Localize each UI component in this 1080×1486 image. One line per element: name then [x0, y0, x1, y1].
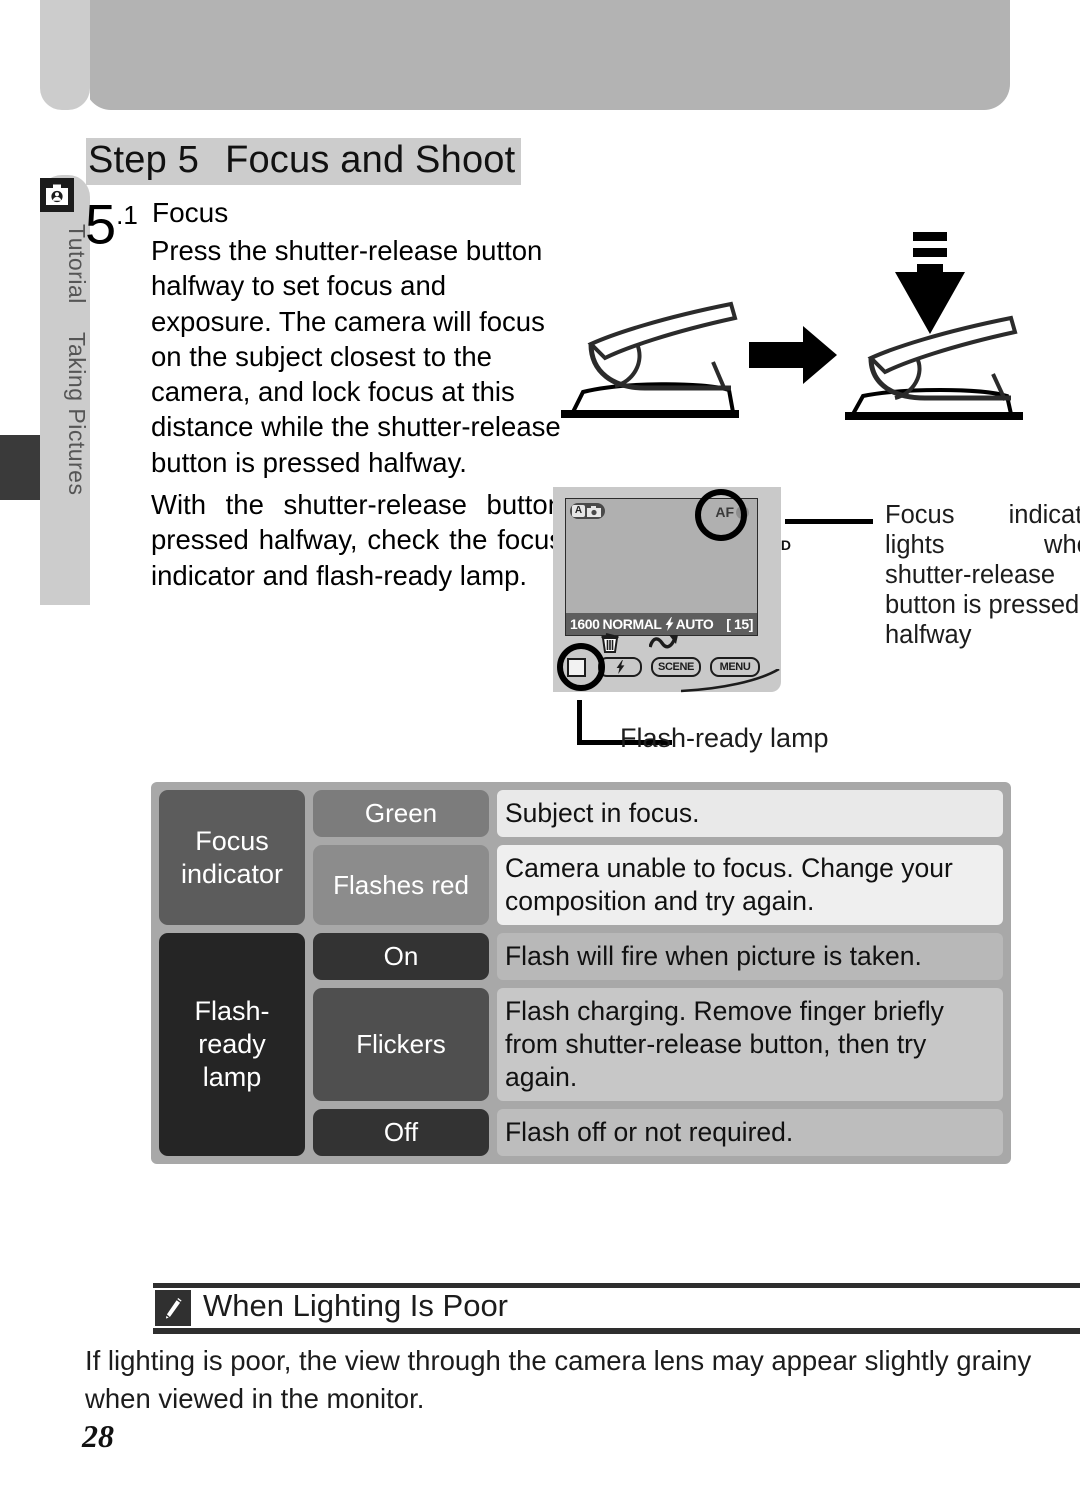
table-row: Flickers Flash charging. Remove finger b…: [313, 988, 1003, 1101]
state-off: Off: [313, 1109, 489, 1156]
step-title: Focus: [152, 197, 229, 228]
desc-green: Subject in focus.: [497, 790, 1003, 837]
sidebar-rail: [40, 0, 90, 1486]
finger-rest-icon: [561, 301, 739, 418]
menu-button[interactable]: MENU: [710, 657, 760, 677]
table-row-label-flash-ready-lamp: Flash- ready lamp: [159, 933, 305, 1156]
step-paragraph-1: Press the shutter-release button halfway…: [151, 235, 561, 478]
focus-indicator-callout-line: [785, 519, 873, 524]
desc-flickers: Flash charging. Remove finger briefly fr…: [497, 988, 1003, 1101]
state-on: On: [313, 933, 489, 980]
sidebar-tab-upper: [40, 0, 90, 110]
page-number: 28: [82, 1418, 114, 1454]
flash-lamp-highlight-circle: [557, 643, 605, 691]
callout-line-3: shutter-release: [885, 561, 1056, 589]
lcd-mode-badge: A: [570, 503, 605, 519]
flash-label-line2: ready: [198, 1029, 266, 1059]
table-row: Flashes red Camera unable to focus. Chan…: [313, 845, 1003, 925]
focus-label-line2: indicator: [180, 858, 284, 889]
state-green: Green: [313, 790, 489, 837]
transfer-icon: [648, 633, 679, 656]
callout-line-5: halfway: [885, 621, 972, 649]
state-flashes-red: Flashes red: [313, 845, 489, 925]
step-number-sub: .1: [116, 200, 138, 230]
step-number: 5.1: [85, 187, 138, 253]
focus-indicator-callout: Focus indicator lights when shutter-rele…: [885, 500, 1080, 650]
step-number-main: 5: [85, 192, 117, 256]
lcd-flash-mode: AUTO: [675, 616, 714, 632]
sidebar-label-taking-pictures[interactable]: Taking Pictures: [40, 332, 90, 495]
lcd-status-bar: 1600 NORMAL AUTO [ 15]: [566, 613, 757, 635]
callout-line-2: lights when: [885, 531, 1080, 559]
flash-lamp-callout-vline: [577, 700, 582, 745]
step-paragraph-2: With the shutter-release button pressed …: [151, 489, 563, 591]
lcd-right-marker: D: [780, 537, 791, 553]
note-body: If lighting is poor, the view through th…: [85, 1345, 1032, 1414]
camera-body: A AF 1600 NORMAL AUTO [15] D SCENE MENU: [553, 487, 791, 693]
desc-on: Flash will fire when picture is taken.: [497, 933, 1003, 980]
af-indicator-highlight-circle: [695, 489, 747, 541]
step-header: Step 5 Focus and Shoot: [86, 138, 522, 185]
table-group-flash-ready-lamp: Flash- ready lamp On Flash will fire whe…: [159, 933, 1003, 1156]
arrow-right-icon: [749, 326, 837, 384]
status-table: Focus indicator Green Subject in focus. …: [151, 782, 1011, 1164]
flash-label-line1: Flash-: [194, 996, 270, 1026]
camera-back-illustration: A AF 1600 NORMAL AUTO [15] D SCENE MENU: [553, 487, 791, 702]
lcd-mode-letter: A: [572, 505, 585, 517]
table-group-focus-indicator: Focus indicator Green Subject in focus. …: [159, 790, 1003, 925]
lcd-frames-remaining: [ 15]: [726, 616, 753, 632]
table-row: On Flash will fire when picture is taken…: [313, 933, 1003, 980]
note-title: When Lighting Is Poor: [203, 1288, 509, 1323]
lcd-resolution: 1600: [570, 616, 600, 632]
lcd-quality: NORMAL: [602, 616, 662, 632]
flash-icon: [616, 660, 624, 674]
table-row: Off Flash off or not required.: [313, 1109, 1003, 1156]
step-header-label: Step 5: [88, 139, 200, 181]
note-divider-bottom: [153, 1328, 1080, 1334]
flash-label-line3: lamp: [202, 1062, 262, 1092]
state-flickers: Flickers: [313, 988, 489, 1101]
finger-press-icon: [845, 315, 1023, 420]
callout-line-1: Focus indicator: [885, 501, 1080, 529]
scene-button[interactable]: SCENE: [651, 657, 701, 677]
sidebar-chapter-marker: [0, 435, 40, 500]
sidebar-label-tutorial[interactable]: Tutorial: [40, 224, 90, 304]
desc-off: Flash off or not required.: [497, 1109, 1003, 1156]
pencil-icon: [155, 1290, 191, 1326]
flash-icon: [665, 617, 673, 631]
shutter-press-illustration: [553, 222, 1033, 427]
table-row: Green Subject in focus.: [313, 790, 1003, 837]
camera-icon: [40, 178, 74, 212]
flash-lamp-callout: Flash-ready lamp: [620, 723, 829, 753]
step-header-title: Focus and Shoot: [225, 139, 516, 181]
desc-flashes-red: Camera unable to focus. Change your comp…: [497, 845, 1003, 925]
camera-icon: [587, 505, 601, 517]
focus-label-line1: Focus: [195, 825, 269, 856]
callout-line-4: button is pressed: [885, 591, 1080, 619]
table-row-label-focus-indicator: Focus indicator: [159, 790, 305, 925]
half-press-arrow-icon: [895, 232, 965, 334]
